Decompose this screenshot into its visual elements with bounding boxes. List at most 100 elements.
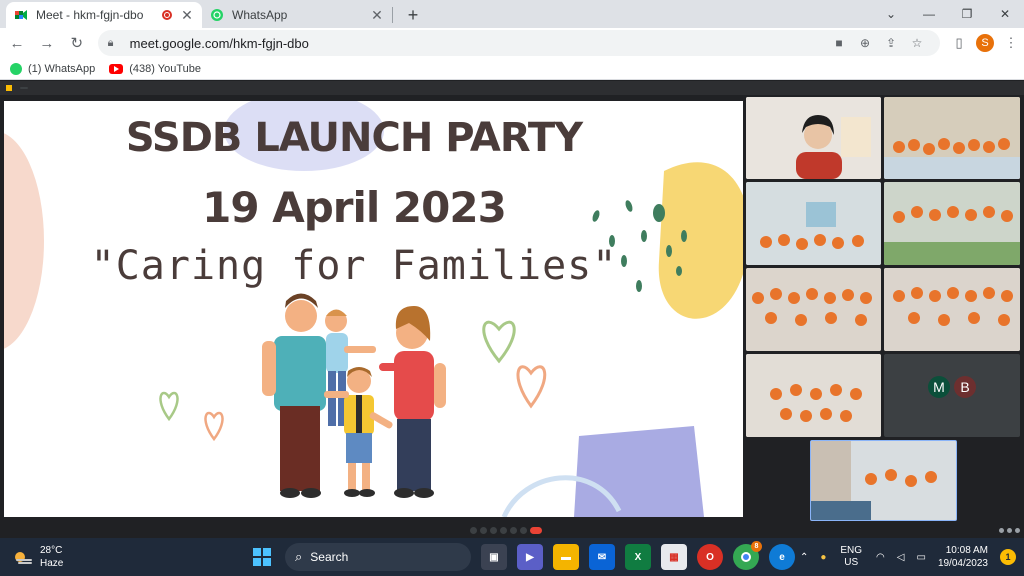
close-window-icon[interactable]: ✕ <box>986 0 1024 28</box>
browser-tab-strip: Meet - hkm-fgjn-dbo ✕ WhatsApp ✕ + ⌄ — ❐… <box>0 0 1024 28</box>
lang-top: ENG <box>840 545 863 556</box>
bookmarks-bar: (1) WhatsApp (438) YouTube <box>0 58 1024 80</box>
present-button[interactable] <box>500 526 507 534</box>
meet-top-bar <box>0 81 1024 95</box>
side-panel-icon[interactable]: ▯ <box>946 35 972 51</box>
reload-icon[interactable]: ↻ <box>64 30 90 56</box>
participant-video <box>746 97 881 179</box>
task-view-icon[interactable]: ▣ <box>481 544 507 570</box>
tab-whatsapp[interactable]: WhatsApp ✕ <box>202 2 392 28</box>
meet-logo-icon <box>6 85 12 91</box>
google-meet-icon <box>14 8 28 22</box>
edge-icon[interactable]: e <box>769 544 795 570</box>
participant-tile[interactable] <box>746 182 881 265</box>
reactions-button[interactable] <box>510 526 517 534</box>
haze-icon <box>15 552 32 564</box>
participant-avatar: B <box>954 376 976 398</box>
recording-icon <box>162 10 172 20</box>
weather-widget[interactable]: 28°C Haze <box>12 544 112 570</box>
minimize-icon[interactable]: — <box>910 0 948 28</box>
call-controls <box>470 526 545 534</box>
lang-bottom: US <box>844 557 859 568</box>
slide-decorations <box>4 101 743 517</box>
restore-icon[interactable]: ❐ <box>948 0 986 28</box>
bookmark-whatsapp[interactable]: (1) WhatsApp <box>10 62 96 75</box>
participant-tile[interactable] <box>884 268 1020 351</box>
close-tab-icon[interactable]: ✕ <box>370 7 384 24</box>
notifications-badge[interactable]: 1 <box>1000 549 1016 565</box>
opera-icon[interactable]: O <box>697 544 723 570</box>
mic-button[interactable] <box>470 526 477 534</box>
tab-title: WhatsApp <box>232 8 288 22</box>
new-tab-button[interactable]: + <box>399 2 427 28</box>
self-view-tile[interactable] <box>810 440 957 521</box>
zoom-icon[interactable]: ⊕ <box>852 36 878 50</box>
info-button[interactable] <box>999 527 1004 533</box>
chrome-icon[interactable]: 8 <box>733 541 762 570</box>
file-explorer-icon[interactable]: ▬ <box>553 544 579 570</box>
excel-icon[interactable]: X <box>625 544 651 570</box>
presentation-slide: SSDB LAUNCH PARTY 19 April 2023 "Caring … <box>4 101 743 517</box>
bookmark-label: (438) YouTube <box>129 62 202 75</box>
bookmark-star-icon[interactable]: ☆ <box>904 36 930 50</box>
youtube-icon <box>109 63 124 74</box>
clock-date: 19/04/2023 <box>937 558 988 569</box>
search-label: Search <box>310 550 349 564</box>
lock-icon: 🔒︎ <box>107 36 114 49</box>
meet-area: SSDB LAUNCH PARTY 19 April 2023 "Caring … <box>0 81 1024 538</box>
whatsapp-icon <box>210 8 224 22</box>
participant-tile[interactable] <box>746 268 881 351</box>
wifi-icon[interactable]: ◠ <box>876 552 885 563</box>
bookmark-label: (1) WhatsApp <box>28 62 96 75</box>
people-button[interactable] <box>1007 527 1012 533</box>
camera-icon[interactable]: ■ <box>826 36 852 50</box>
weather-temp: 28°C <box>40 545 63 556</box>
participant-video <box>746 182 881 265</box>
profile-avatar[interactable]: S <box>976 34 995 52</box>
browser-toolbar: ← → ↻ 🔒︎ meet.google.com/hkm-fgjn-dbo ■ … <box>0 28 1024 58</box>
system-tray: ⌃ ● ENG US ◠ ◁ ▭ 10:08 AM 19/04/2023 1 <box>794 544 1024 570</box>
participant-tile-avatars[interactable]: M B <box>884 354 1020 437</box>
participant-video <box>746 268 881 351</box>
bookmark-youtube[interactable]: (438) YouTube <box>109 63 201 75</box>
menu-icon[interactable]: ⋮ <box>998 35 1024 51</box>
side-controls <box>996 527 1020 533</box>
input-language[interactable]: ENG US <box>840 545 862 569</box>
address-bar[interactable]: 🔒︎ meet.google.com/hkm-fgjn-dbo ■ ⊕ ⇪ ☆ <box>97 30 941 56</box>
mail-icon[interactable]: ✉ <box>589 544 615 570</box>
teams-icon[interactable]: ▶ <box>517 544 543 570</box>
participant-tile[interactable] <box>884 182 1020 265</box>
participant-tile[interactable] <box>746 354 881 437</box>
presenting-chip[interactable] <box>20 87 28 89</box>
slide-tagline: "Caring for Families" <box>90 243 618 289</box>
participant-avatar: M <box>928 376 950 398</box>
chrome-badge: 8 <box>751 541 762 552</box>
tab-search-icon[interactable]: ⌄ <box>872 0 910 28</box>
back-icon[interactable]: ← <box>4 30 30 56</box>
battery-icon[interactable]: ▭ <box>916 552 925 563</box>
more-options-button[interactable] <box>520 526 527 534</box>
chat-button[interactable] <box>1015 527 1020 533</box>
clock[interactable]: 10:08 AM 19/04/2023 <box>938 544 988 570</box>
leave-call-button[interactable] <box>530 526 542 534</box>
forward-icon[interactable]: → <box>34 30 60 56</box>
volume-icon[interactable]: ◁ <box>897 552 905 563</box>
store-icon[interactable]: ▦ <box>661 544 687 570</box>
participant-tile[interactable] <box>884 97 1020 179</box>
share-icon[interactable]: ⇪ <box>878 36 904 50</box>
url-text[interactable]: meet.google.com/hkm-fgjn-dbo <box>130 36 826 51</box>
show-hidden-icons-icon[interactable]: ⌃ <box>800 552 808 563</box>
taskbar-search[interactable]: ⌕ Search <box>285 543 471 571</box>
whatsapp-icon <box>10 62 22 75</box>
camera-button[interactable] <box>480 526 487 534</box>
tab-separator <box>392 7 393 23</box>
microphone-icon[interactable]: ● <box>820 552 826 563</box>
tab-meet[interactable]: Meet - hkm-fgjn-dbo ✕ <box>6 2 202 28</box>
slide-title: SSDB LAUNCH PARTY <box>125 115 583 161</box>
meet-controls <box>0 523 1024 537</box>
taskbar-apps: ⌕ Search ▣ ▶ ▬ ✉ X ▦ O 8 e <box>244 541 800 571</box>
captions-button[interactable] <box>490 526 497 534</box>
participant-tile[interactable] <box>746 97 881 179</box>
start-icon[interactable] <box>249 544 275 570</box>
close-tab-icon[interactable]: ✕ <box>180 7 194 24</box>
